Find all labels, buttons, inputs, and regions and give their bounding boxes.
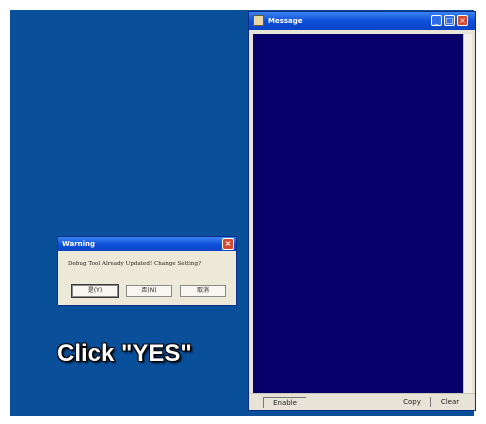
warning-dialog-title: Warning	[62, 240, 96, 248]
maximize-icon[interactable]: □	[444, 15, 455, 26]
vertical-scrollbar[interactable]	[463, 34, 472, 394]
instruction-caption: Click "YES"	[57, 340, 192, 367]
app-icon	[253, 15, 264, 26]
no-button[interactable]: 否(N)	[126, 285, 172, 297]
warning-message: Debug Tool Already Updated! Change Setti…	[68, 261, 202, 267]
enable-button[interactable]: Enable	[263, 397, 306, 408]
message-window-titlebar[interactable]: Message _ □ ×	[249, 12, 475, 30]
copy-button[interactable]: Copy	[394, 397, 431, 407]
message-window: Message _ □ × Enable Copy Clear	[248, 11, 476, 411]
yes-button[interactable]: 是(Y)	[71, 284, 119, 298]
minimize-icon[interactable]: _	[431, 15, 442, 26]
message-window-title: Message	[268, 17, 303, 25]
cancel-button[interactable]: 取消	[180, 285, 226, 297]
message-window-statusbar: Enable Copy Clear	[249, 393, 475, 410]
clear-button[interactable]: Clear	[432, 397, 468, 407]
close-icon[interactable]: ×	[457, 15, 468, 26]
message-output-area[interactable]	[253, 34, 463, 394]
close-icon[interactable]: ×	[222, 238, 234, 250]
warning-dialog: Warning × Debug Tool Already Updated! Ch…	[57, 236, 237, 306]
warning-dialog-titlebar[interactable]: Warning ×	[58, 237, 236, 251]
